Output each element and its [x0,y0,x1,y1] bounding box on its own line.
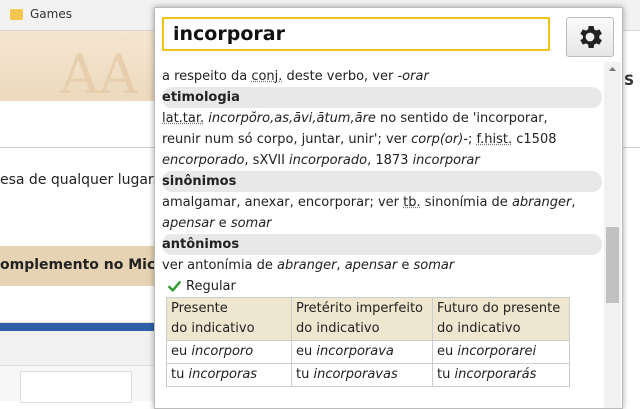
scrollbar-thumb[interactable] [606,227,619,303]
folder-icon [10,8,23,20]
etimologia-line: encorporado, sXVII incorporado, 1873 inc… [162,153,480,168]
scrollbar[interactable] [604,62,621,408]
page-text: esa de qualquer lugar. [0,172,157,188]
table-cell: tu incorporavas [291,363,433,387]
section-title: omplemento no Mic [0,257,156,273]
section-header-antonimos: antônimos [162,234,602,255]
column-header: Pretérito imperfeito do indicativo [291,297,433,341]
word-screenshot-thumbnail [0,322,160,403]
gear-icon [580,26,602,48]
conjugation-note: a respeito da conj. deste verbo, ver -or… [162,69,429,84]
table-cell: tu incorporarás [432,363,570,387]
svg-text:AA: AA [59,43,139,101]
bookmark-label: Games [30,7,72,21]
dictionary-popup: a respeito da conj. deste verbo, ver -or… [154,7,623,409]
abbr-conj[interactable]: conj. [251,69,282,84]
table-cell: eu incorporava [291,340,433,364]
table-row: tu incorporas tu incorporavas tu incorpo… [166,363,570,387]
column-header: Futuro do presente do indicativo [432,297,570,341]
conjugation-table: Presente do indicativo Pretérito imperfei… [166,297,570,387]
antonimos-line: ver antonímia de abranger, apensar e som… [162,258,455,273]
scroll-up-arrow-icon[interactable] [604,62,621,76]
etimologia-line: reunir num só corpo, juntar, unir'; ver … [162,132,557,147]
regular-label: Regular [186,279,236,294]
entry-content: a respeito da conj. deste verbo, ver -or… [162,66,602,387]
table-cell: eu incorporarei [432,340,570,364]
svg-text:S: S [624,73,634,89]
table-row: eu incorporo eu incorporava eu incorpora… [166,340,570,364]
regular-verb-indicator: Regular [162,276,602,297]
sinonimos-line: amalgamar, anexar, encorporar; ver tb. s… [162,195,576,210]
column-header: Presente do indicativo [166,297,292,341]
table-cell: tu incorporas [166,363,292,387]
checkmark-icon [168,281,181,292]
search-input[interactable] [162,17,550,51]
section-header-sinonimos: sinônimos [162,171,602,192]
link-orar[interactable]: -orar [397,69,428,84]
bookmark-games[interactable]: Games [10,7,72,21]
sinonimos-line: apensar e somar [162,216,272,231]
settings-button[interactable] [566,17,614,57]
etimologia-line: lat.tar. incorpŏro,as,āvi,ātum,āre no se… [162,111,548,126]
table-header-row: Presente do indicativo Pretérito imperfei… [166,297,570,341]
section-header-etimologia: etimologia [162,87,602,108]
table-cell: eu incorporo [166,340,292,364]
